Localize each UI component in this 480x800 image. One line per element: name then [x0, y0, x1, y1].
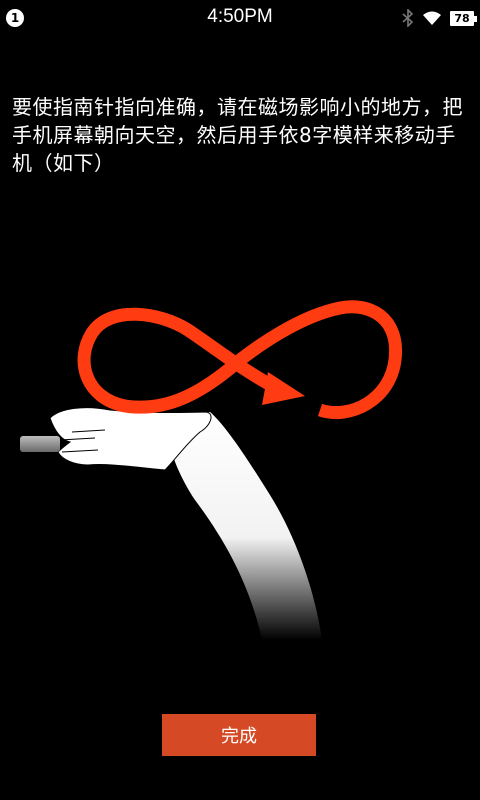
figure-eight-arrow-icon — [77, 300, 403, 420]
done-button[interactable]: 完成 — [162, 714, 316, 756]
calibration-illustration — [20, 300, 403, 640]
hand-holding-phone-icon — [20, 407, 322, 640]
wifi-icon — [423, 11, 441, 25]
status-icons: 78 — [402, 8, 477, 28]
status-bar: 1 4:50PM 78 — [0, 0, 480, 36]
battery-icon: 78 — [450, 10, 477, 26]
calibration-instruction: 要使指南针指向准确，请在磁场影响小的地方，把手机屏幕朝向天空，然后用手依8字模样… — [12, 95, 463, 175]
bluetooth-icon — [402, 9, 414, 27]
